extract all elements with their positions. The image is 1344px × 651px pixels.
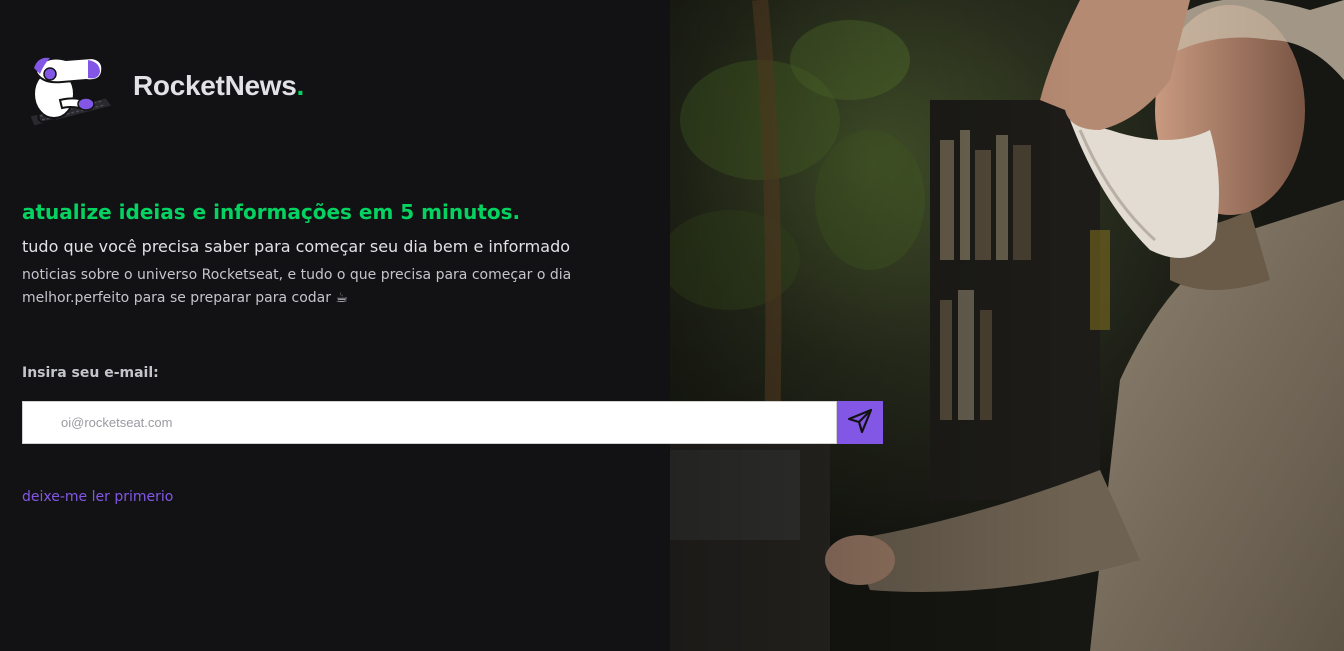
email-input[interactable] bbox=[22, 401, 837, 444]
email-label: Insira seu e-mail: bbox=[22, 365, 159, 381]
hero-photo bbox=[670, 0, 1344, 651]
left-panel: RocketNews. atualize ideias e informaçõe… bbox=[0, 0, 670, 651]
astronaut-keyboard-logo-icon bbox=[26, 50, 116, 128]
hero-headline: atualize ideias e informações em 5 minut… bbox=[22, 200, 521, 224]
brand-dot: . bbox=[296, 70, 305, 101]
brand-name: RocketNews bbox=[133, 70, 297, 101]
paper-plane-icon bbox=[846, 407, 874, 438]
page: RocketNews. atualize ideias e informaçõe… bbox=[0, 0, 1344, 651]
hero-description: noticias sobre o universo Rocketseat, e … bbox=[22, 267, 572, 306]
brand-title: RocketNews. bbox=[133, 70, 304, 102]
send-button[interactable] bbox=[837, 401, 883, 444]
read-first-link[interactable]: deixe-me ler primerio bbox=[22, 489, 173, 505]
hero-subheadline: tudo que você precisa saber para começar… bbox=[22, 237, 571, 256]
